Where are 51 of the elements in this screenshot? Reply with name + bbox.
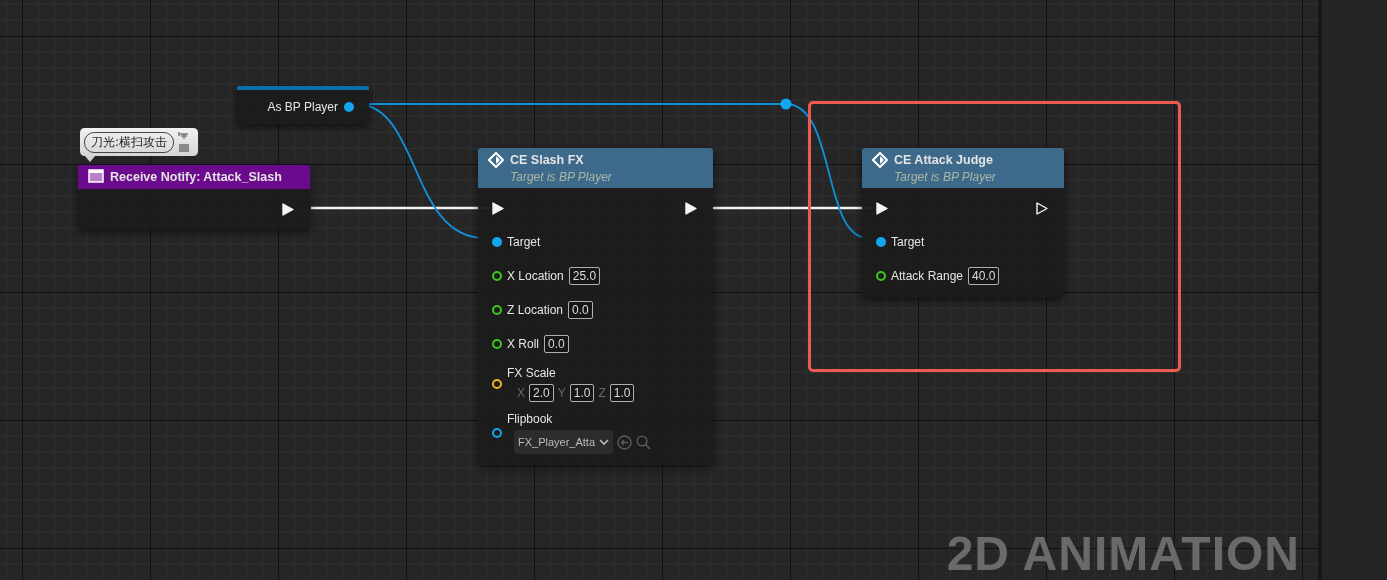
exec-pin-icon[interactable]	[492, 201, 504, 215]
axis-label: Z	[598, 386, 606, 400]
node-title: As BP Player	[267, 100, 338, 114]
pin-icon[interactable]	[344, 102, 354, 112]
pin-label: X Location	[507, 269, 564, 283]
function-node[interactable]: CE Attack Judge Target is BP Player Target Attack Range 40.0	[862, 148, 1064, 297]
search-icon[interactable]	[636, 434, 652, 450]
pin-icon[interactable]	[492, 428, 502, 438]
asset-dropdown[interactable]: FX_Player_Atta	[514, 430, 614, 454]
node-title: Receive Notify: Attack_Slash	[110, 169, 282, 185]
node-subtitle: Target is BP Player	[894, 170, 996, 184]
pin-label: Z Location	[507, 303, 564, 317]
node-title: CE Slash FX	[510, 152, 585, 168]
value-field[interactable]: 0.0	[544, 335, 569, 353]
node-title: CE Attack Judge	[894, 152, 994, 168]
event-icon	[88, 169, 104, 183]
pin-icon[interactable]	[492, 379, 502, 389]
value-field[interactable]: 40.0	[968, 267, 1000, 285]
chevron-down-icon[interactable]	[599, 438, 610, 446]
pin-label: Flipbook	[507, 412, 554, 426]
graph-type-label: 2D ANIMATION	[946, 530, 1300, 578]
pin-icon[interactable]	[876, 271, 886, 281]
pin-label: X Roll	[507, 337, 539, 351]
node-subtitle: Target is BP Player	[510, 170, 612, 184]
exec-pin-icon[interactable]	[685, 201, 697, 215]
function-icon	[488, 152, 504, 168]
reroute-node[interactable]	[780, 98, 792, 110]
pin-label: FX Scale	[507, 366, 557, 380]
exec-pin-icon[interactable]	[282, 202, 294, 216]
pin-icon[interactable]	[876, 237, 886, 247]
pin-label: Target	[507, 235, 541, 249]
exec-pin-icon[interactable]	[1036, 201, 1048, 215]
graph-canvas[interactable]	[0, 0, 1318, 580]
comment-text: 刀光:横扫攻击	[84, 131, 175, 153]
axis-label: Y	[557, 386, 566, 400]
pin-label: Target	[891, 235, 925, 249]
function-node[interactable]: CE Slash FX Target is BP Player Target X Location 25.0 Z Location 0.0 X Roll 0.0 FX Scale X 2.0 Y 1.0 Z 1.0 Flipbook FX_Player_Atta	[478, 148, 713, 465]
value-field[interactable]: 25.0	[568, 267, 601, 285]
exec-pin-icon[interactable]	[876, 201, 888, 215]
pin-icon[interactable]	[492, 305, 502, 315]
pin-icon[interactable]	[492, 339, 502, 349]
pin-icon[interactable]	[492, 237, 502, 247]
value-field[interactable]: 1.0	[569, 384, 595, 402]
value-field[interactable]: 2.0	[529, 384, 554, 402]
value-field[interactable]: 1.0	[609, 384, 635, 402]
axis-label: X	[517, 386, 525, 400]
pin-label: Attack Range	[891, 269, 964, 283]
pin-icon[interactable]	[492, 271, 502, 281]
value-field[interactable]: 0.0	[568, 301, 593, 319]
variable-node[interactable]: As BP Player	[237, 86, 369, 124]
function-icon	[872, 152, 888, 168]
